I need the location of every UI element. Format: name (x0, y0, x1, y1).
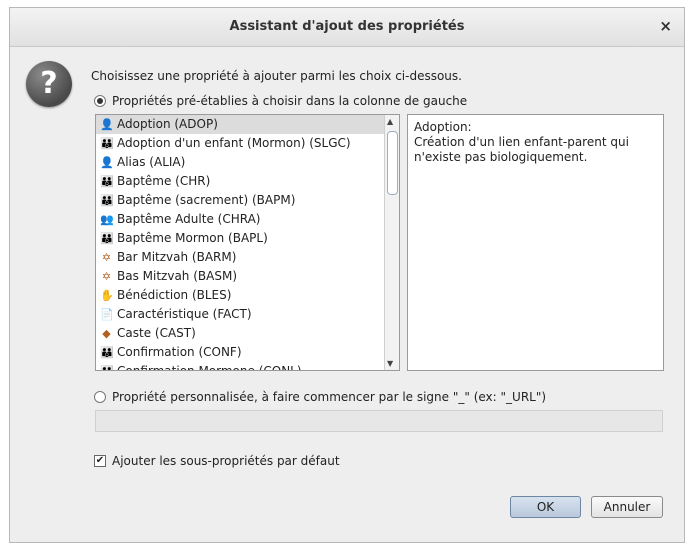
list-item[interactable]: 👪 Baptême Mormon (BAPL) (96, 229, 386, 248)
family-icon: 👪 (100, 346, 114, 359)
custom-radio[interactable] (94, 391, 106, 403)
custom-property-input[interactable] (95, 410, 663, 432)
custom-option-label: Propriété personnalisée, à faire commenc… (112, 390, 547, 404)
family-icon: 👪 (100, 194, 114, 207)
adult-icon: 👥 (100, 213, 114, 226)
property-wizard-dialog: Assistant d'ajout des propriétés × ? Cho… (9, 7, 685, 543)
title-bar[interactable]: Assistant d'ajout des propriétés × (10, 8, 684, 47)
list-item[interactable]: 👪 Confirmation (CONF) (96, 343, 386, 362)
person-icon: 👤 (100, 156, 114, 169)
scroll-up-arrow-icon[interactable]: ▲ (387, 117, 393, 126)
list-item-label: Bar Mitzvah (BARM) (117, 250, 237, 264)
ok-button[interactable]: OK (510, 496, 581, 518)
list-item[interactable]: 👥 Baptême Adulte (CHRA) (96, 210, 386, 229)
list-item-label: Adoption (ADOP) (117, 117, 218, 131)
property-list-items: 👤 Adoption (ADOP) 👪 Adoption d'un enfant (M… (96, 115, 386, 371)
diamond-icon: ◆ (102, 327, 111, 340)
family-icon: 👪 (100, 362, 114, 370)
custom-option[interactable]: Propriété personnalisée, à faire commenc… (94, 390, 546, 404)
question-icon: ? (26, 61, 72, 107)
list-item-label: Baptême Mormon (BAPL) (117, 231, 268, 245)
star-of-david-icon: ✡ (101, 251, 112, 264)
list-item[interactable]: ✋ Bénédiction (BLES) (96, 286, 386, 305)
list-item-label: Baptême (CHR) (117, 174, 211, 188)
family-icon: 👪 (100, 137, 114, 150)
list-item-label: Alias (ALIA) (117, 155, 186, 169)
list-item-label: Adoption d'un enfant (Mormon) (SLGC) (117, 136, 351, 150)
list-item-label: Bas Mitzvah (BASM) (117, 269, 237, 283)
cancel-button[interactable]: Annuler (591, 496, 663, 518)
list-scrollbar[interactable]: ▲ ▼ (384, 115, 399, 370)
family-icon: 👪 (100, 232, 114, 245)
subproperties-option[interactable]: ✔ Ajouter les sous-propriétés par défaut (94, 454, 340, 468)
document-icon: 📄 (100, 308, 114, 321)
hand-icon: ✋ (100, 289, 114, 302)
predefined-option[interactable]: Propriétés pré-établies à choisir dans l… (94, 94, 467, 108)
list-item[interactable]: 👪Confirmation Mormone (CONL) (96, 362, 386, 371)
list-item[interactable]: ✡ Bar Mitzvah (BARM) (96, 248, 386, 267)
subproperties-checkbox[interactable]: ✔ (94, 455, 106, 467)
scroll-down-arrow-icon[interactable]: ▼ (387, 359, 393, 368)
description-panel: Adoption: Création d'un lien enfant-pare… (407, 114, 664, 371)
list-item-label: Baptême (sacrement) (BAPM) (117, 193, 296, 207)
subproperties-label: Ajouter les sous-propriétés par défaut (112, 454, 340, 468)
list-item-label: Caste (CAST) (117, 326, 196, 340)
dialog-title: Assistant d'ajout des propriétés (229, 19, 465, 34)
prompt-text: Choisissez une propriété à ajouter parmi… (91, 69, 462, 83)
list-item[interactable]: 📄 Caractéristique (FACT) (96, 305, 386, 324)
close-icon[interactable]: × (659, 17, 672, 35)
list-item-label: Bénédiction (BLES) (117, 288, 232, 302)
list-item[interactable]: 👪 Baptême (CHR) (96, 172, 386, 191)
list-item-label: Baptême Adulte (CHRA) (117, 212, 261, 226)
list-item[interactable]: ✡ Bas Mitzvah (BASM) (96, 267, 386, 286)
list-item[interactable]: ◆ Caste (CAST) (96, 324, 386, 343)
list-item-label: Confirmation (CONF) (117, 345, 242, 359)
list-item-label: Confirmation Mormone (CONL) (117, 364, 302, 371)
predefined-radio[interactable] (94, 95, 106, 107)
predefined-option-label: Propriétés pré-établies à choisir dans l… (112, 94, 468, 108)
adoption-icon: 👤 (100, 118, 114, 131)
list-item[interactable]: 👪 Baptême (sacrement) (BAPM) (96, 191, 386, 210)
scroll-thumb[interactable] (387, 131, 398, 195)
property-list[interactable]: 👤 Adoption (ADOP) 👪 Adoption d'un enfant (M… (95, 114, 400, 371)
star-of-david-icon: ✡ (101, 270, 112, 283)
list-item[interactable]: 👤 Alias (ALIA) (96, 153, 386, 172)
list-item[interactable]: 👪 Adoption d'un enfant (Mormon) (SLGC) (96, 134, 386, 153)
list-item[interactable]: 👤 Adoption (ADOP) (96, 115, 386, 134)
family-icon: 👪 (100, 175, 114, 188)
list-item-label: Caractéristique (FACT) (117, 307, 252, 321)
